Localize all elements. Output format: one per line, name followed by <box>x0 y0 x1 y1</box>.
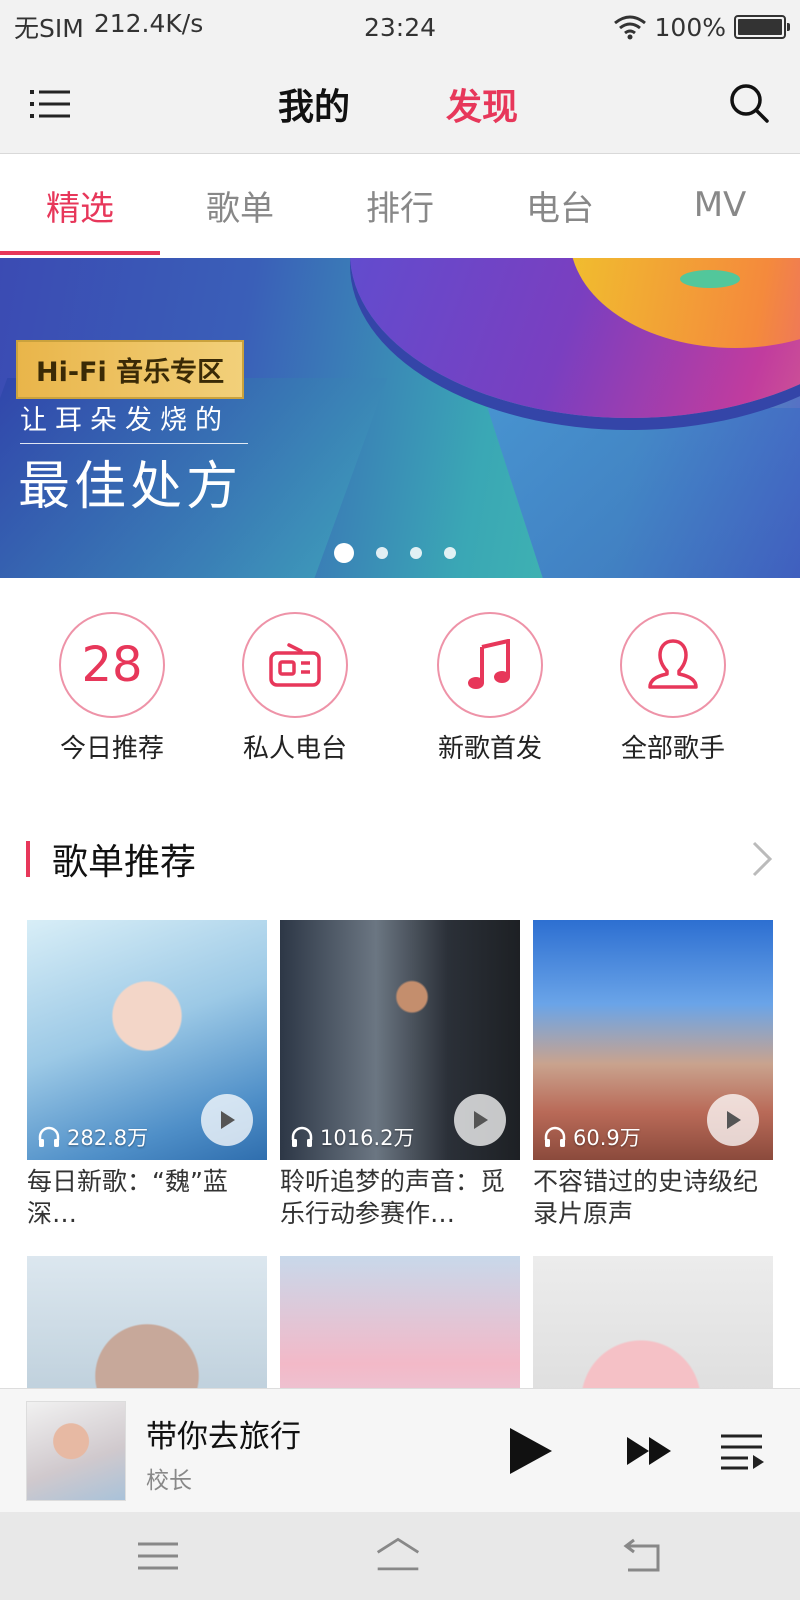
playlist-recommend-header[interactable]: 歌单推荐 <box>26 834 776 884</box>
calendar-date-icon: 28 <box>59 612 165 718</box>
playlist-queue-button[interactable] <box>714 1423 770 1479</box>
headphones-icon <box>544 1126 566 1147</box>
quick-entries: 28 今日推荐 私人电台 新歌首发 全部歌手 <box>0 612 800 772</box>
banner-badge: Hi-Fi 音乐专区 <box>16 340 245 399</box>
radio-icon-wrap <box>242 612 348 718</box>
back-icon[interactable] <box>620 1534 668 1578</box>
play-count-text: 282.8万 <box>67 1126 149 1150</box>
daily-recommend-label: 今日推荐 <box>59 734 164 764</box>
tab-mine[interactable]: 我的 <box>278 78 350 130</box>
playlist-name: 每日新歌：“魏”蓝深… <box>27 1167 228 1228</box>
top-header: 我的 发现 <box>0 54 800 154</box>
playlist-cover: 60.9万 <box>533 920 773 1160</box>
battery-percent: 100% <box>654 12 726 42</box>
album-cover[interactable] <box>26 1401 126 1501</box>
fast-forward-icon <box>627 1437 671 1465</box>
banner-subtitle: 让耳朵发烧的 <box>20 398 248 444</box>
promo-banner[interactable]: Hi-Fi 音乐专区 让耳朵发烧的 最佳处方 <box>0 258 800 578</box>
private-radio-label: 私人电台 <box>242 734 347 764</box>
play-icon <box>510 1428 552 1474</box>
all-singers-entry[interactable]: 全部歌手 <box>598 612 748 765</box>
music-note-icon-wrap <box>437 612 543 718</box>
person-icon <box>648 639 698 689</box>
play-count: 1016.2万 <box>290 1122 414 1152</box>
section-title: 歌单推荐 <box>52 842 197 883</box>
app-screen: 无SIM 212.4K/s 23:24 100% 我的 发现 精选 歌单 排行 … <box>0 0 800 1600</box>
tab-discover[interactable]: 发现 <box>446 78 518 130</box>
radio-icon <box>269 643 321 687</box>
play-button[interactable] <box>502 1423 558 1479</box>
network-speed: 212.4K/s <box>93 9 204 38</box>
playlist-cover: 282.8万 <box>27 920 267 1160</box>
vinyl-hole-graphic <box>680 270 740 288</box>
playlist-card[interactable]: 60.9万 不容错过的史诗级纪录片原声 <box>533 920 773 1230</box>
play-count: 60.9万 <box>543 1122 641 1152</box>
date-number: 28 <box>81 637 143 693</box>
status-bar: 无SIM 212.4K/s 23:24 100% <box>0 0 800 54</box>
recent-apps-icon[interactable] <box>134 1534 182 1578</box>
tab-playlists[interactable]: 歌单 <box>160 155 320 255</box>
section-accent-bar <box>26 841 30 877</box>
all-singers-label: 全部歌手 <box>620 734 725 764</box>
category-tabs: 精选 歌单 排行 电台 MV <box>0 155 800 255</box>
tab-radio[interactable]: 电台 <box>480 155 640 255</box>
playlist-name: 不容错过的史诗级纪录片原声 <box>533 1167 759 1228</box>
pagination-dot[interactable] <box>410 547 422 559</box>
person-icon-wrap <box>620 612 726 718</box>
daily-recommend-entry[interactable]: 28 今日推荐 <box>37 612 187 765</box>
play-icon[interactable] <box>201 1094 253 1146</box>
artist-name: 校长 <box>146 1468 192 1494</box>
play-icon[interactable] <box>454 1094 506 1146</box>
queue-list-icon <box>721 1434 764 1470</box>
play-count: 282.8万 <box>37 1122 148 1152</box>
next-button[interactable] <box>622 1423 678 1479</box>
playlist-cover: 1016.2万 <box>280 920 520 1160</box>
song-title: 带你去旅行 <box>146 1419 301 1455</box>
banner-title: 最佳处方 <box>18 457 243 517</box>
battery-icon <box>734 15 790 39</box>
tab-featured[interactable]: 精选 <box>0 155 160 255</box>
home-icon[interactable] <box>374 1534 422 1578</box>
music-note-icon <box>468 639 510 689</box>
headphones-icon <box>38 1126 60 1147</box>
pagination-dot-active[interactable] <box>334 543 354 563</box>
mini-player[interactable]: 带你去旅行 校长 <box>0 1388 800 1512</box>
new-songs-entry[interactable]: 新歌首发 <box>415 612 565 765</box>
banner-pagination <box>334 543 456 563</box>
tab-mv[interactable]: MV <box>640 155 800 255</box>
banner-decor-shape <box>487 408 800 578</box>
search-icon[interactable] <box>728 82 770 124</box>
playlist-name: 聆听追梦的声音：觅乐行动参赛作… <box>280 1167 506 1228</box>
system-nav-bar <box>0 1512 800 1600</box>
tab-charts[interactable]: 排行 <box>320 155 480 255</box>
play-count-text: 60.9万 <box>573 1126 641 1150</box>
playlist-card[interactable]: 1016.2万 聆听追梦的声音：觅乐行动参赛作… <box>280 920 520 1230</box>
carrier-text: 无SIM <box>14 14 84 43</box>
wifi-icon <box>613 15 646 40</box>
private-radio-entry[interactable]: 私人电台 <box>220 612 370 765</box>
pagination-dot[interactable] <box>376 547 388 559</box>
play-count-text: 1016.2万 <box>320 1126 415 1150</box>
chevron-right-icon[interactable] <box>746 839 776 879</box>
playlist-card[interactable]: 282.8万 每日新歌：“魏”蓝深… <box>27 920 267 1230</box>
pagination-dot[interactable] <box>444 547 456 559</box>
headphones-icon <box>291 1126 313 1147</box>
menu-icon[interactable] <box>30 84 70 124</box>
new-songs-label: 新歌首发 <box>437 734 542 764</box>
play-icon[interactable] <box>707 1094 759 1146</box>
